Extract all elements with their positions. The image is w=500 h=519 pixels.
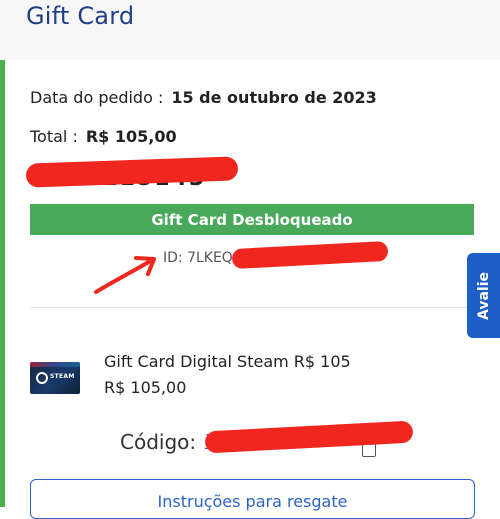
page-title: Gift Card	[26, 2, 135, 30]
annotation-arrow-icon	[94, 256, 156, 294]
steam-logo-icon	[36, 372, 48, 384]
thumbnail-stripe	[30, 362, 80, 367]
giftcard-status-banner: Gift Card Desbloqueado	[30, 204, 474, 235]
feedback-tab-label: Avalie	[475, 271, 492, 320]
feedback-tab[interactable]: Avalie	[467, 253, 500, 338]
order-total-value: R$ 105,00	[85, 127, 177, 146]
giftcard-id: ID: 7LKEQ	[163, 250, 233, 266]
redeem-instructions-button[interactable]: Instruções para resgate	[30, 479, 475, 519]
order-date-row: Data do pedido : 15 de outubro de 2023	[30, 88, 377, 107]
product-price: R$ 105,00	[104, 378, 187, 397]
order-date-label: Data do pedido :	[30, 88, 164, 107]
steam-giftcard-thumbnail: STEAM	[30, 362, 80, 394]
app-header: Gift Card	[0, 0, 500, 60]
order-date-value: 15 de outubro de 2023	[171, 88, 377, 107]
order-total-row: Total : R$ 105,00	[30, 127, 177, 146]
order-total-label: Total :	[30, 127, 78, 146]
redeem-code-label: Código:	[120, 430, 197, 454]
product-name: Gift Card Digital Steam R$ 105	[104, 352, 351, 371]
thumbnail-label: STEAM	[50, 373, 75, 380]
